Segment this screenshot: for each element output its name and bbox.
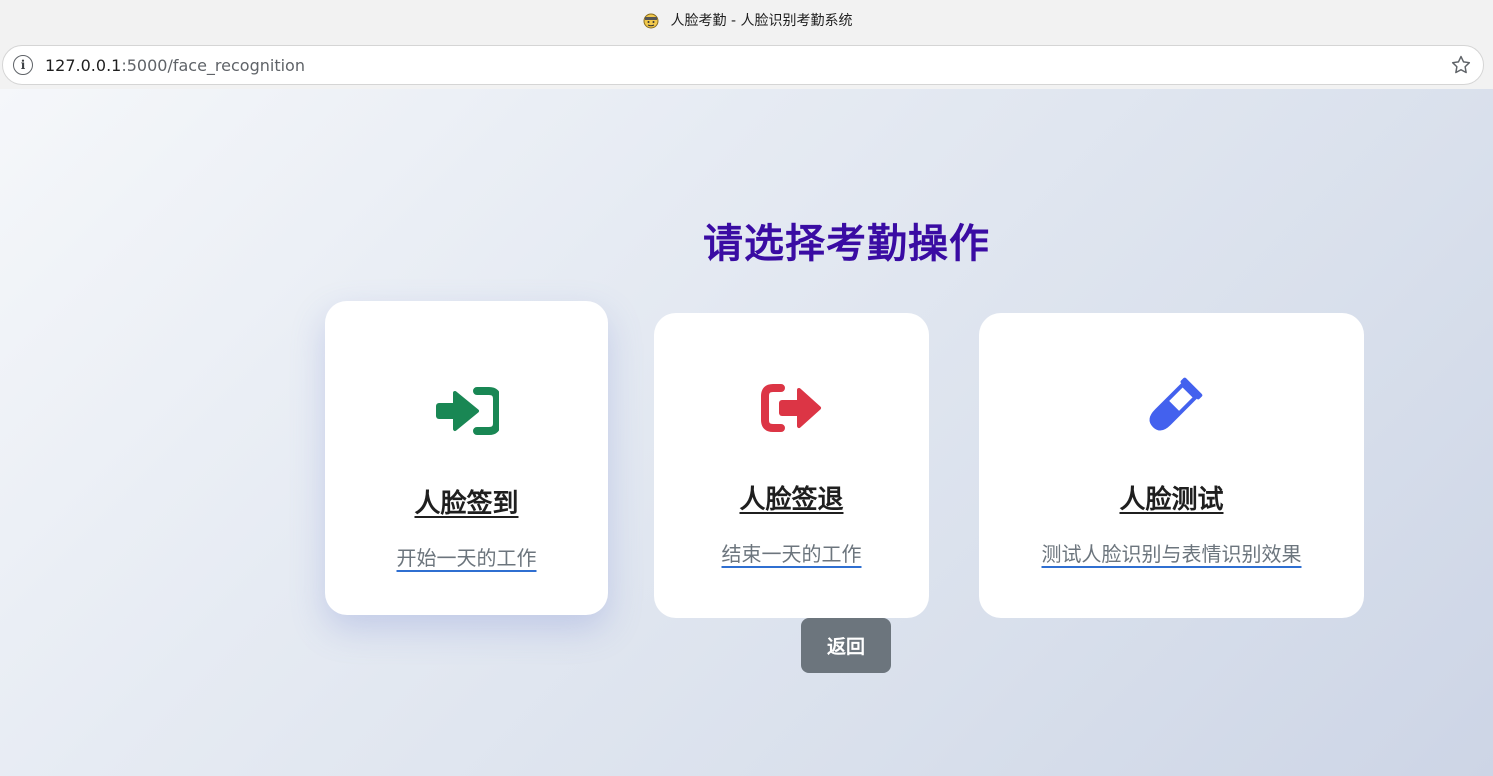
url-text[interactable]: 127.0.0.1:5000/face_recognition xyxy=(45,56,305,75)
back-button[interactable]: 返回 xyxy=(801,618,891,673)
test-tube-icon xyxy=(1137,373,1207,443)
page-viewport: 请选择考勤操作 人脸签到 开始一天的工作 人脸签退 结束一天的工作 人脸测试 测… xyxy=(0,89,1493,776)
url-host: 127.0.0.1 xyxy=(45,55,122,75)
address-bar[interactable]: i 127.0.0.1:5000/face_recognition xyxy=(2,45,1484,85)
bookmark-star-icon[interactable] xyxy=(1449,53,1473,77)
sign-in-icon xyxy=(432,376,502,446)
sign-in-card[interactable]: 人脸签到 开始一天的工作 xyxy=(325,301,608,615)
sign-out-icon xyxy=(757,373,827,443)
url-path: :5000/face_recognition xyxy=(121,55,305,75)
face-test-card[interactable]: 人脸测试 测试人脸识别与表情识别效果 xyxy=(979,313,1364,618)
page-title: 请选择考勤操作 xyxy=(703,221,990,267)
tab-title: 人脸考勤 - 人脸识别考勤系统 xyxy=(670,13,853,29)
card-description: 结束一天的工作 xyxy=(721,542,862,566)
site-info-icon[interactable]: i xyxy=(13,55,33,75)
browser-title-bar: 人脸考勤 - 人脸识别考勤系统 xyxy=(0,0,1493,40)
face-favicon-icon xyxy=(641,10,661,30)
card-description: 测试人脸识别与表情识别效果 xyxy=(1041,542,1302,566)
card-description: 开始一天的工作 xyxy=(396,546,537,570)
card-title: 人脸签退 xyxy=(739,485,844,515)
card-title: 人脸测试 xyxy=(1119,485,1224,515)
sign-out-card[interactable]: 人脸签退 结束一天的工作 xyxy=(654,313,929,618)
card-title: 人脸签到 xyxy=(414,489,519,519)
